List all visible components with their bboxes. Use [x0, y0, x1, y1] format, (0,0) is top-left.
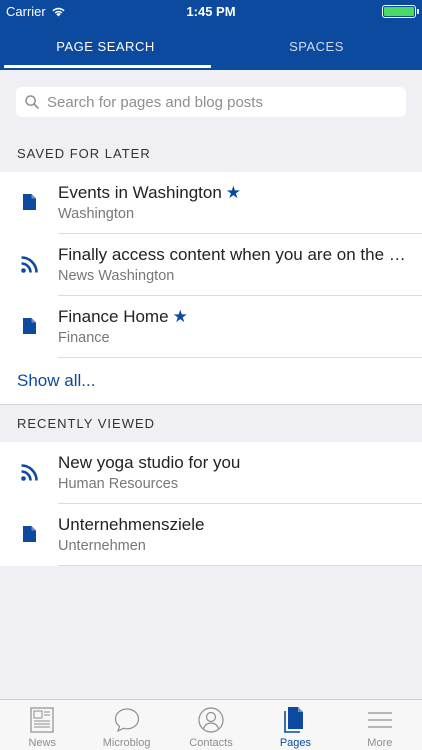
show-all-label: Show all...	[17, 371, 96, 390]
clock: 1:45 PM	[186, 4, 236, 19]
nav-more[interactable]: More	[338, 700, 422, 750]
item-subtitle: Washington	[58, 206, 135, 222]
nav-pages-label: Pages	[279, 737, 312, 749]
page-icon	[18, 191, 40, 213]
nav-news[interactable]: News	[0, 700, 84, 750]
list-item[interactable]: Finally access content when you are on t…	[0, 234, 422, 296]
nav-news-label: News	[28, 737, 56, 749]
item-title: Finally access content when you are on t…	[58, 245, 408, 264]
show-all-link[interactable]: Show all...	[0, 358, 422, 404]
list-item[interactable]: Events in Washington ★ Washington	[0, 172, 422, 234]
list-item[interactable]: Unternehmensziele Unternehmen	[0, 504, 422, 566]
item-subtitle: Unternehmen	[58, 538, 146, 554]
item-title: Unternehmensziele	[58, 515, 205, 534]
item-title: New yoga studio for you	[58, 453, 241, 472]
saved-section-header: SAVED FOR LATER	[17, 146, 151, 161]
star-icon: ★	[172, 307, 188, 326]
tab-page-search[interactable]: PAGE SEARCH	[0, 22, 211, 70]
item-title: Events in Washington ★	[58, 183, 242, 202]
top-tab-bar: PAGE SEARCH SPACES	[0, 22, 422, 70]
speech-bubble-icon	[113, 706, 141, 734]
nav-contacts[interactable]: Contacts	[169, 700, 253, 750]
nav-pages[interactable]: Pages	[253, 700, 337, 750]
divider	[58, 565, 422, 566]
page-icon	[18, 523, 40, 545]
search-input[interactable]: Search for pages and blog posts	[16, 87, 406, 117]
menu-icon	[366, 706, 394, 734]
search-placeholder: Search for pages and blog posts	[47, 93, 263, 111]
rss-icon	[18, 253, 40, 275]
nav-contacts-label: Contacts	[189, 737, 233, 749]
item-subtitle: Finance	[58, 330, 110, 346]
nav-more-label: More	[367, 737, 393, 749]
recent-list: New yoga studio for you Human Resources …	[0, 442, 422, 566]
news-icon	[28, 706, 56, 734]
pages-icon	[281, 706, 309, 734]
saved-list: Events in Washington ★ Washington Finally…	[0, 172, 422, 404]
section-divider	[0, 404, 422, 405]
page-icon	[18, 315, 40, 337]
nav-microblog-label: Microblog	[102, 737, 151, 749]
item-title: Finance Home ★	[58, 307, 188, 326]
recent-section-header: RECENTLY VIEWED	[17, 416, 156, 431]
search-icon	[25, 95, 39, 109]
tab-spaces[interactable]: SPACES	[211, 22, 422, 70]
bottom-tab-bar: News Microblog Contacts Pages More	[0, 699, 422, 750]
item-subtitle: News Washington	[58, 268, 175, 284]
nav-microblog[interactable]: Microblog	[84, 700, 168, 750]
person-icon	[197, 706, 225, 734]
item-subtitle: Human Resources	[58, 476, 179, 492]
rss-icon	[18, 461, 40, 483]
battery-icon	[382, 5, 419, 18]
star-icon: ★	[225, 183, 242, 202]
list-item[interactable]: Finance Home ★ Finance	[0, 296, 422, 358]
list-item[interactable]: New yoga studio for you Human Resources	[0, 442, 422, 504]
status-bar: Carrier 1:45 PM	[0, 0, 422, 22]
